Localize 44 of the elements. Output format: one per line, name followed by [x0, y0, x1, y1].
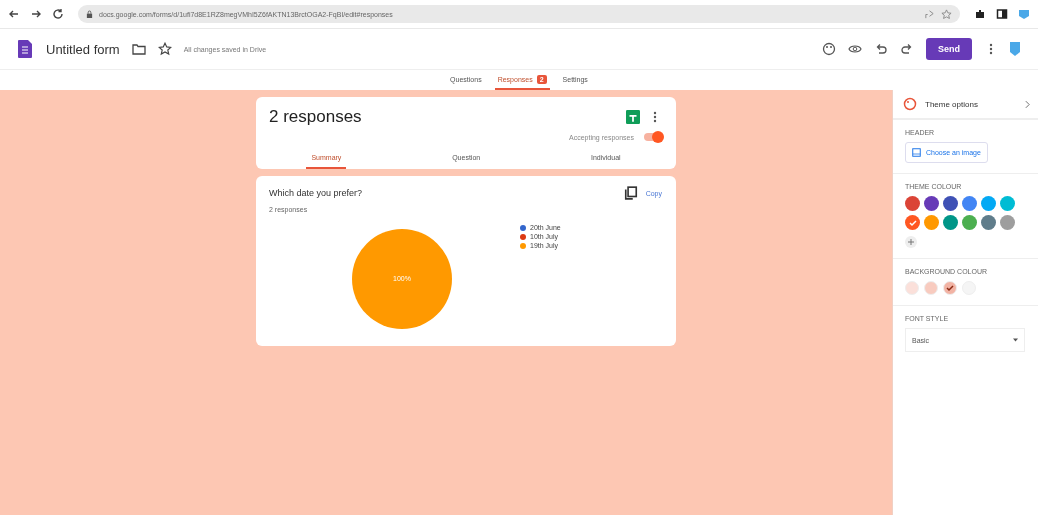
undo-icon[interactable] — [874, 42, 888, 56]
colour-swatch[interactable] — [962, 196, 977, 211]
forms-logo-icon[interactable] — [18, 40, 32, 58]
colour-swatch[interactable] — [924, 196, 939, 211]
colour-swatch[interactable] — [905, 215, 920, 230]
caret-icon — [1013, 338, 1018, 342]
share-icon[interactable] — [924, 8, 935, 20]
side-panel-icon[interactable] — [996, 8, 1008, 20]
form-title[interactable]: Untitled form — [46, 41, 120, 57]
image-icon — [912, 148, 921, 157]
panel-title: Theme options — [925, 99, 978, 109]
colour-swatch[interactable] — [962, 215, 977, 230]
colour-swatch[interactable] — [943, 281, 957, 295]
copy-icon[interactable] — [623, 186, 638, 200]
extension-icon[interactable] — [1018, 8, 1030, 20]
close-icon[interactable] — [1025, 99, 1030, 109]
colour-swatch[interactable] — [905, 196, 920, 211]
redo-icon[interactable] — [900, 42, 914, 56]
responses-count: 2 responses — [269, 107, 362, 127]
colour-swatch[interactable] — [981, 196, 996, 211]
colour-swatch[interactable] — [924, 281, 938, 295]
star-icon[interactable] — [157, 42, 172, 56]
check-icon — [907, 217, 918, 228]
folder-icon[interactable] — [131, 42, 146, 56]
question-title: Which date you prefer? — [269, 188, 363, 198]
colour-swatch[interactable] — [905, 281, 919, 295]
send-button[interactable]: Send — [926, 38, 972, 60]
colour-swatch[interactable] — [1000, 215, 1015, 230]
lock-icon — [86, 9, 93, 19]
colour-swatch[interactable] — [981, 215, 996, 230]
spreadsheet-icon[interactable] — [626, 110, 640, 124]
accepting-toggle[interactable] — [644, 133, 662, 141]
reload-icon[interactable] — [52, 8, 64, 20]
colour-swatch[interactable] — [943, 215, 958, 230]
add-colour-icon[interactable] — [905, 236, 917, 248]
forward-icon[interactable] — [30, 8, 42, 20]
colour-swatch[interactable] — [1000, 196, 1015, 211]
star-icon[interactable] — [941, 8, 952, 20]
check-icon — [945, 283, 955, 293]
eye-icon[interactable] — [848, 42, 862, 56]
colour-swatch[interactable] — [924, 215, 939, 230]
colour-swatch[interactable] — [943, 196, 958, 211]
avatar-icon[interactable] — [1010, 42, 1020, 56]
back-icon[interactable] — [8, 8, 20, 20]
